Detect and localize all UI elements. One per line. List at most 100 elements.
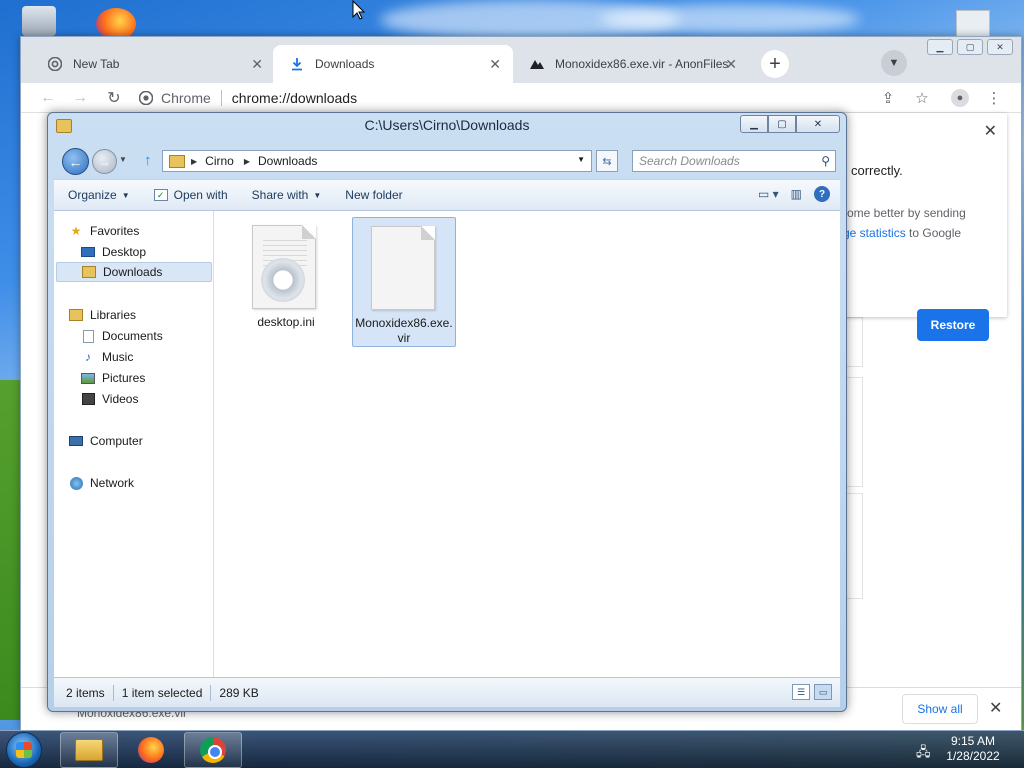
star-icon: ★ (70, 224, 82, 238)
gear-icon (261, 258, 305, 302)
videos-icon (80, 392, 96, 406)
status-bar: 2 items 1 item selected 289 KB ☰ ▭ (54, 677, 840, 707)
change-view-icon[interactable]: ▭ ▾ (758, 187, 779, 201)
restore-button[interactable]: Restore (917, 309, 989, 341)
show-all-button[interactable]: Show all (902, 694, 978, 724)
nav-computer[interactable]: Computer (68, 431, 226, 451)
close-tab-icon[interactable]: ✕ (251, 56, 263, 73)
download-icon (289, 56, 305, 72)
chevron-down-icon[interactable]: ▼ (577, 155, 585, 164)
refresh-button[interactable]: ⇆ (596, 150, 618, 172)
close-shelf-icon[interactable]: ✕ (989, 698, 1002, 718)
maximize-button[interactable]: ▢ (768, 115, 796, 133)
command-bar: Organize ▼ ✓ Open with Share with ▼ New fol… (54, 179, 840, 211)
chrome-icon (47, 56, 63, 72)
file-item-monoxidex86[interactable]: Monoxidex86.exe. vir (352, 217, 456, 347)
close-tab-icon[interactable]: ✕ (489, 56, 501, 73)
file-item-desktop-ini[interactable]: desktop.ini (234, 217, 338, 347)
explorer-title: C:\Users\Cirno\Downloads (364, 117, 530, 133)
nav-downloads[interactable]: Downloads (56, 262, 212, 282)
navigation-pane: ★ Favorites Desktop Downloads Libraries … (54, 211, 214, 677)
close-button[interactable]: ✕ (796, 115, 840, 133)
nav-favorites[interactable]: ★ Favorites (68, 221, 226, 241)
reload-button[interactable]: ↻ (103, 87, 125, 109)
close-tab-icon[interactable]: ✕ (725, 56, 737, 73)
settings-file-icon (252, 225, 316, 309)
usage-statistics-link[interactable]: ge statistics (843, 226, 906, 240)
back-button[interactable]: ← (37, 87, 59, 109)
nav-libraries[interactable]: Libraries (68, 305, 226, 325)
selection-count: 1 item selected (114, 684, 212, 701)
item-count: 2 items (54, 684, 114, 701)
nav-label: Network (90, 476, 135, 490)
chevron-down-icon: ▼ (313, 190, 322, 200)
chrome-icon (139, 91, 153, 105)
breadcrumb-arrow-icon[interactable]: ▶ (191, 157, 197, 166)
arrow-left-icon: ← (68, 153, 83, 170)
close-button[interactable]: ✕ (987, 39, 1013, 55)
minimize-button[interactable]: ▁ (740, 115, 768, 133)
chrome-icon (200, 737, 226, 763)
open-with-button[interactable]: ✓ Open with (153, 188, 228, 202)
preview-pane-icon[interactable]: ▥ (791, 187, 802, 201)
folder-icon (169, 154, 185, 168)
bookmark-button[interactable]: ☆ (911, 87, 933, 109)
system-clock[interactable]: 9:15 AM 1/28/2022 (940, 734, 1006, 764)
details-view-icon[interactable]: ☰ (792, 684, 810, 700)
taskbar-chrome-button[interactable] (184, 732, 242, 768)
recent-pages-dropdown[interactable]: ▼ (119, 155, 127, 164)
tab-anonfiles[interactable]: Monoxidex86.exe.vir - AnonFiles ✕ (513, 45, 749, 83)
wallpaper-cloud (600, 4, 860, 34)
breadcrumb-cirno[interactable]: Cirno (205, 154, 234, 168)
kebab-menu-icon: ⋮ (986, 90, 1002, 107)
tab-search-button[interactable]: ▼ (881, 50, 907, 76)
close-icon[interactable]: ✕ (984, 121, 997, 141)
organize-button[interactable]: Organize ▼ (68, 188, 130, 202)
arrow-right-icon: → (72, 89, 88, 106)
chrome-toolbar: ← → ↻ Chrome chrome://downloads ⇪ ☆ ● ⋮ (21, 83, 1021, 113)
tab-downloads[interactable]: Downloads ✕ (273, 45, 513, 83)
share-button[interactable]: ⇪ (877, 87, 899, 109)
desktop-icon (80, 245, 96, 259)
nav-label: Pictures (102, 371, 146, 385)
address-bar[interactable]: ▶ Cirno ▶ Downloads ▼ (162, 150, 592, 172)
breadcrumb-downloads[interactable]: Downloads (258, 154, 317, 168)
network-tray-icon[interactable]: 🖧 (916, 743, 931, 765)
minimize-button[interactable]: ▁ (927, 39, 953, 55)
omnibox-divider (220, 90, 222, 106)
nav-network[interactable]: Network (68, 473, 226, 493)
menu-button[interactable]: ⋮ (983, 87, 1005, 109)
recycle-bin-icon[interactable] (22, 6, 56, 36)
up-arrow-icon[interactable]: ↑ (144, 152, 152, 169)
maximize-button[interactable]: ▢ (957, 39, 983, 55)
help-icon[interactable]: ? (814, 186, 830, 202)
new-tab-button[interactable]: + (761, 50, 789, 78)
anonfiles-icon (529, 56, 545, 72)
forward-button[interactable]: → (92, 149, 117, 174)
restore-message: correctly. (851, 163, 903, 178)
computer-icon (68, 434, 84, 448)
clock-time: 9:15 AM (950, 734, 996, 748)
open-with-icon: ✓ (153, 189, 168, 201)
nav-label: Music (102, 350, 134, 364)
taskbar-firefox-button[interactable] (122, 732, 180, 768)
nav-label: Desktop (102, 245, 147, 259)
forward-button[interactable]: → (69, 87, 91, 109)
tab-new-tab[interactable]: New Tab ✕ (31, 45, 275, 83)
new-folder-button[interactable]: New folder (345, 188, 402, 202)
folder-icon (75, 739, 103, 761)
start-button[interactable] (6, 732, 42, 768)
back-button[interactable]: ← (62, 148, 89, 175)
file-name: Monoxidex86.exe. vir (353, 316, 455, 346)
share-with-button[interactable]: Share with ▼ (252, 188, 322, 202)
nav-label: Documents (102, 329, 163, 343)
share-with-label: Share with (251, 188, 309, 202)
nav-label: Favorites (90, 224, 140, 238)
large-icons-view-icon[interactable]: ▭ (814, 684, 832, 700)
search-input[interactable]: Search Downloads ⚲ (632, 150, 836, 172)
breadcrumb-arrow-icon[interactable]: ▶ (244, 157, 250, 166)
profile-button[interactable]: ● (949, 87, 971, 109)
taskbar-explorer-button[interactable] (60, 732, 118, 768)
network-icon (68, 476, 84, 490)
omnibox[interactable]: Chrome chrome://downloads (139, 85, 859, 111)
